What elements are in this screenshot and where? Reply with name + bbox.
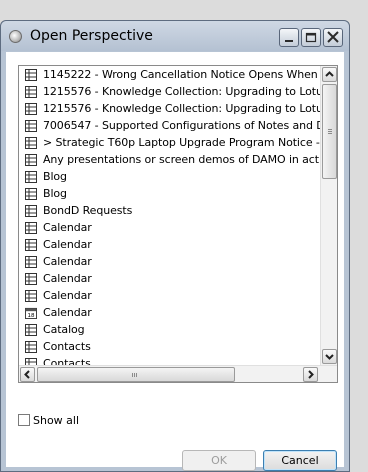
list-item[interactable]: Calendar <box>23 237 321 254</box>
list-item-label: Calendar <box>43 272 92 285</box>
list-item-label: 1215576 - Knowledge Collection: Upgradin… <box>43 85 321 98</box>
list-rows: 1145222 - Wrong Cancellation Notice Open… <box>19 66 321 366</box>
list-item[interactable]: Calendar <box>23 220 321 237</box>
minimize-icon <box>285 40 293 42</box>
list-item[interactable]: 1215576 - Knowledge Collection: Upgradin… <box>23 84 321 101</box>
list-item-label: Calendar <box>43 306 92 319</box>
list-item[interactable]: Calendar <box>23 254 321 271</box>
list-item-label: Calendar <box>43 255 92 268</box>
dialog-body: 1145222 - Wrong Cancellation Notice Open… <box>6 52 344 471</box>
list-item[interactable]: 1215576 - Knowledge Collection: Upgradin… <box>23 101 321 118</box>
title-bar[interactable]: Open Perspective <box>1 21 349 51</box>
cancel-button[interactable]: Cancel <box>263 450 337 471</box>
maximize-button[interactable] <box>301 28 321 47</box>
open-perspective-dialog: Open Perspective 1145222 - Wrong Cancell… <box>0 20 350 472</box>
list-item[interactable]: BondD Requests <box>23 203 321 220</box>
list-item[interactable]: 7006547 - Supported Configurations of No… <box>23 118 321 135</box>
calendar-day: 18 <box>27 313 35 319</box>
list-item[interactable]: Calendar <box>23 271 321 288</box>
horizontal-scroll-thumb[interactable] <box>37 367 235 382</box>
list-item[interactable]: 1145222 - Wrong Cancellation Notice Open… <box>23 67 321 84</box>
app-icon <box>9 30 22 43</box>
list-item-label: Blog <box>43 170 67 183</box>
perspective-list[interactable]: 1145222 - Wrong Cancellation Notice Open… <box>18 65 338 383</box>
list-item-label: 1215576 - Knowledge Collection: Upgradin… <box>43 102 321 115</box>
vertical-scroll-thumb[interactable] <box>322 84 337 179</box>
scroll-left-button[interactable] <box>20 367 35 382</box>
minimize-button[interactable] <box>279 28 299 47</box>
list-item-label: Calendar <box>43 289 92 302</box>
checkbox-box[interactable] <box>18 414 30 426</box>
list-item[interactable]: Any presentations or screen demos of DAM… <box>23 152 321 169</box>
scroll-up-button[interactable] <box>322 67 337 82</box>
list-item-label: Catalog <box>43 323 85 336</box>
list-item[interactable]: Catalog <box>23 322 321 339</box>
list-item[interactable]: Contacts <box>23 339 321 356</box>
list-item[interactable]: Calendar <box>23 288 321 305</box>
scroll-right-button[interactable] <box>303 367 318 382</box>
list-item[interactable]: Blog <box>23 169 321 186</box>
list-item-label: 1145222 - Wrong Cancellation Notice Open… <box>43 68 321 81</box>
list-item-label: Contacts <box>43 340 91 353</box>
maximize-icon <box>305 32 317 43</box>
list-item-label: BondD Requests <box>43 204 133 217</box>
list-item-label: > Strategic T60p Laptop Upgrade Program … <box>43 136 321 149</box>
ok-button[interactable]: OK <box>182 450 256 471</box>
chevron-left-icon <box>24 370 30 379</box>
scroll-down-button[interactable] <box>322 349 337 364</box>
list-item-label: Calendar <box>43 238 92 251</box>
list-item-label: Blog <box>43 187 67 200</box>
show-all-label: Show all <box>33 414 80 427</box>
close-icon <box>327 31 339 43</box>
list-item[interactable]: > Strategic T60p Laptop Upgrade Program … <box>23 135 321 152</box>
list-item-label: 7006547 - Supported Configurations of No… <box>43 119 321 132</box>
chevron-up-icon <box>325 71 334 77</box>
chevron-right-icon <box>308 370 314 379</box>
list-item[interactable]: 18 Calendar <box>23 305 321 322</box>
list-item[interactable]: Blog <box>23 186 321 203</box>
dialog-title: Open Perspective <box>30 28 153 44</box>
vertical-scrollbar[interactable] <box>320 66 337 366</box>
list-item-label: Calendar <box>43 221 92 234</box>
list-item-label: Any presentations or screen demos of DAM… <box>43 153 321 166</box>
chevron-down-icon <box>325 354 334 360</box>
close-button[interactable] <box>323 28 343 47</box>
horizontal-scrollbar[interactable] <box>19 365 337 382</box>
